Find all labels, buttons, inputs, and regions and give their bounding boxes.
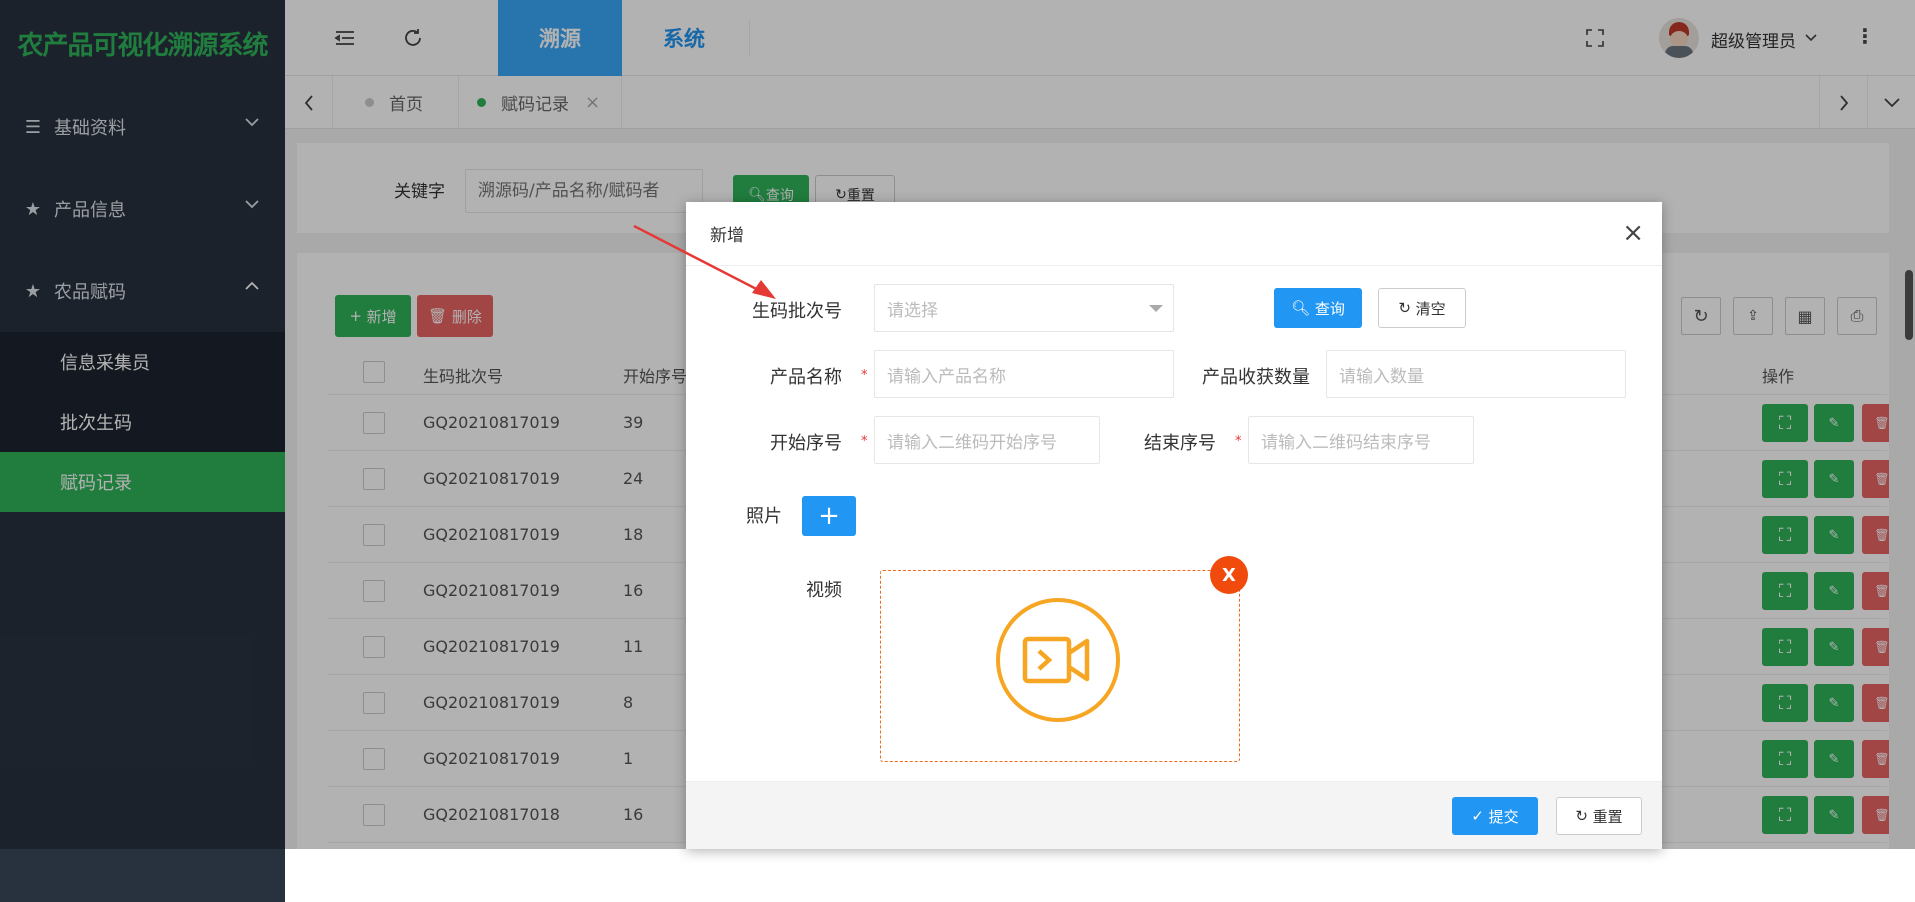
annotation-arrow (633, 224, 776, 299)
